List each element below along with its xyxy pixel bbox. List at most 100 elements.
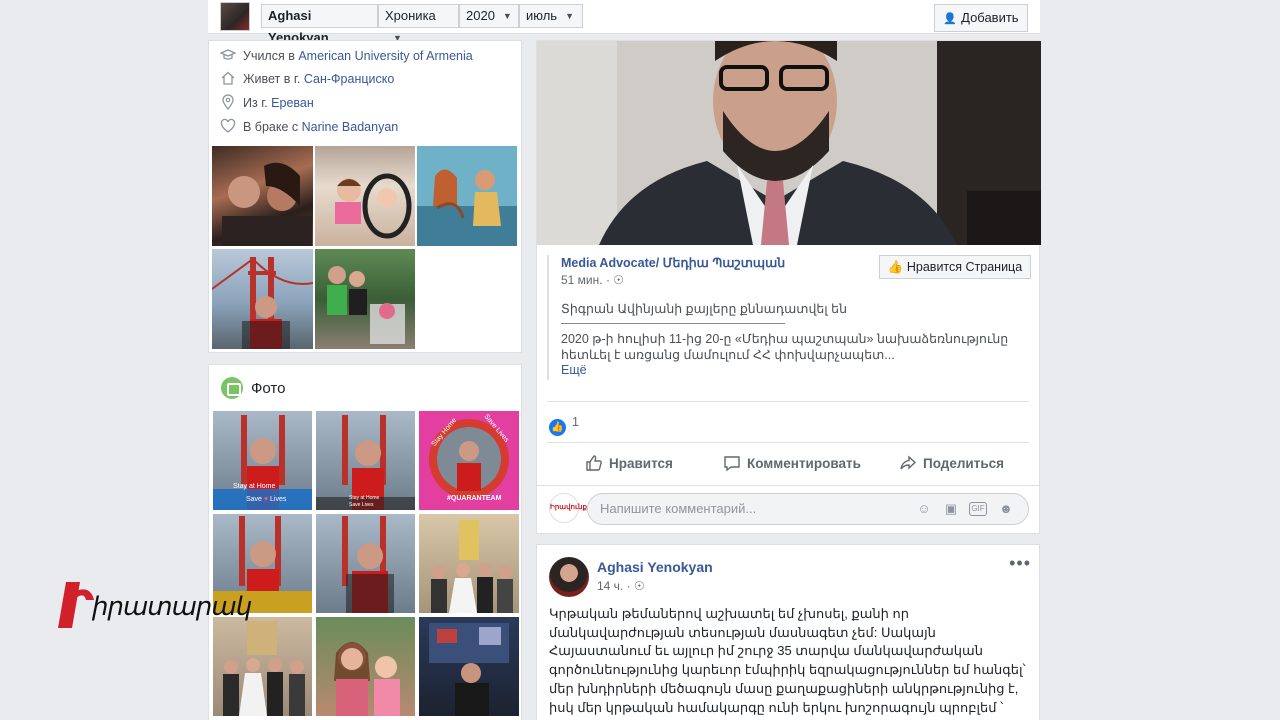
timeline-select-label: Хроника [385,8,436,23]
emoji-icon[interactable]: ☺ [915,500,933,518]
graduation-cap-icon [220,49,236,60]
photos-title: Фото [251,380,286,397]
photo-thumbnail[interactable]: Stay at Home Save Lives [316,411,415,510]
photos-header[interactable]: Фото [221,377,285,401]
shared-post: Media Advocate/ Մեդիա Պաշտպան 51 мин. · … [547,255,1031,380]
info-row-residence: Живет в г. Сан-Франциско [220,70,394,88]
featured-photo[interactable] [315,146,415,246]
featured-photo[interactable] [417,146,517,246]
month-select[interactable]: июль ▼ [519,4,583,28]
camera-icon[interactable]: ▣ [942,500,960,518]
hometown-link[interactable]: Ереван [271,96,314,110]
text-post-card: Aghasi Yenokyan 14 ч. · ☉ ••• Կրթական թե… [536,544,1040,720]
gif-icon[interactable]: GIF [969,502,987,516]
timeline-navigation-bar: Aghasi Yenokyan Хроника▼ 2020 ▼ июль ▼ 👤 До… [208,0,1040,45]
frame-caption: Save ♥ Lives [246,496,287,503]
info-prefix: Из г. [243,96,272,110]
info-prefix: Живет в г. [243,72,304,86]
photo-thumbnail[interactable]: Stay Home Save Lives #QUARANTEAM [419,411,519,510]
featured-photo[interactable] [212,146,313,246]
girls-photo [334,642,400,716]
photo-thumbnail[interactable]: Stay at Home Save ♥ Lives [213,411,312,510]
post-timestamp[interactable]: 14 ч. · ☉ [597,579,645,593]
add-friend-label: Добавить [961,10,1019,25]
year-select[interactable]: 2020 ▼ [459,4,519,28]
timeline-select[interactable]: Хроника▼ [378,4,459,43]
shared-body-text: 2020 թ-ի հուլիսի 11-ից 20-ը «Մեդիա պաշտպ… [561,332,1009,362]
spouse-link[interactable]: Narine Badanyan [302,120,399,134]
year-select-label: 2020 [466,8,495,23]
frame-caption-save: Save [246,496,262,503]
divider [547,401,1029,402]
shared-headline: Տիգրան Ավինյանի քայլերը քննադատվել են [561,302,848,316]
separator-line [561,323,785,324]
globe-icon: ☉ [633,579,645,593]
photo-thumbnail[interactable] [419,514,519,613]
like-reaction-icon: 👍 [549,419,566,436]
share-label: Поделиться [923,456,1005,471]
education-link[interactable]: American University of Armenia [298,49,472,63]
man-in-suit-photo [537,41,1041,245]
residence-link[interactable]: Сан-Франциско [304,72,394,86]
photos-card: Фото Stay at Home Save ♥ Lives Stay at H… [208,364,522,720]
like-page-button[interactable]: 👍 Нравится Страница [879,255,1031,279]
logo-mark-icon [58,582,94,628]
post-text: Կրթական թեմաներով աշխատել եմ չխոսել, քան… [549,606,1026,720]
channel-watermark-logo: իրատարակ [56,578,252,632]
globe-icon: ☉ [613,273,625,287]
couple-photo [222,162,312,246]
shared-link-image[interactable] [537,41,1041,245]
profile-thumbnail[interactable] [220,2,250,31]
shared-post-card: Media Advocate/ Մեդիա Պաշտպան 51 мин. · … [536,40,1041,534]
chevron-down-icon: ▼ [502,11,512,21]
info-prefix: Учился в [243,49,299,63]
painting-photo [417,169,517,246]
golden-gate-photo [212,257,313,349]
timestamp-text: 14 ч. [597,579,624,593]
church-group-photo [223,621,305,716]
divider [547,442,1029,443]
photo-thumbnail[interactable] [213,617,312,716]
info-prefix: В браке с [243,120,302,134]
featured-photo[interactable] [212,249,313,349]
photo-thumbnail[interactable] [316,617,415,716]
author-name-link[interactable]: Aghasi Yenokyan [597,559,713,575]
sticker-icon[interactable]: ☻ [997,500,1015,518]
chevron-down-icon: ▼ [565,11,575,21]
home-icon [221,71,235,85]
thumbs-up-icon: 👍 [887,260,904,274]
page-name-link[interactable]: Media Advocate/ Մեդիա Պաշտպան [561,255,785,270]
child-photo [335,173,412,239]
church-photo [431,520,513,613]
like-page-label: Нравится Страница [906,260,1023,274]
night-photo [429,623,509,716]
comment-label: Комментировать [747,456,861,471]
info-row-education: Учился в American University of Armenia [220,47,473,65]
photo-thumbnail[interactable] [316,514,415,613]
timestamp-text: 51 мин. [561,273,603,287]
intro-card: Учился в American University of Armenia … [208,40,522,353]
add-friend-button[interactable]: 👤 Добавить [934,4,1028,32]
thumbs-up-icon [586,455,602,471]
author-avatar[interactable] [549,557,589,597]
photo-thumbnail[interactable] [419,617,519,716]
featured-photo[interactable] [315,249,415,349]
frame-caption: Stay at Home [233,483,276,490]
share-button[interactable]: Поделиться [899,451,1004,477]
see-more-link[interactable]: Ещё [561,363,587,377]
share-arrow-icon [900,455,917,470]
golden-gate-photo [342,516,394,613]
comment-button[interactable]: Комментировать [723,451,861,477]
post-timestamp[interactable]: 51 мин. · ☉ [561,273,624,287]
divider [537,485,1039,486]
commenter-avatar[interactable]: Իրավունք [549,493,587,523]
info-row-hometown: Из г. Ереван [220,94,314,112]
comment-input[interactable]: Напишите комментарий... [587,493,1029,525]
photo-icon [221,377,243,399]
frame-caption: Save Lives [349,502,374,508]
more-options-icon[interactable]: ••• [1009,553,1031,574]
reactions-summary[interactable]: 👍 1 [549,413,579,436]
like-button[interactable]: Нравится [585,451,673,477]
name-select[interactable]: Aghasi Yenokyan [261,4,378,45]
frame-caption: Stay at Home [349,495,380,501]
